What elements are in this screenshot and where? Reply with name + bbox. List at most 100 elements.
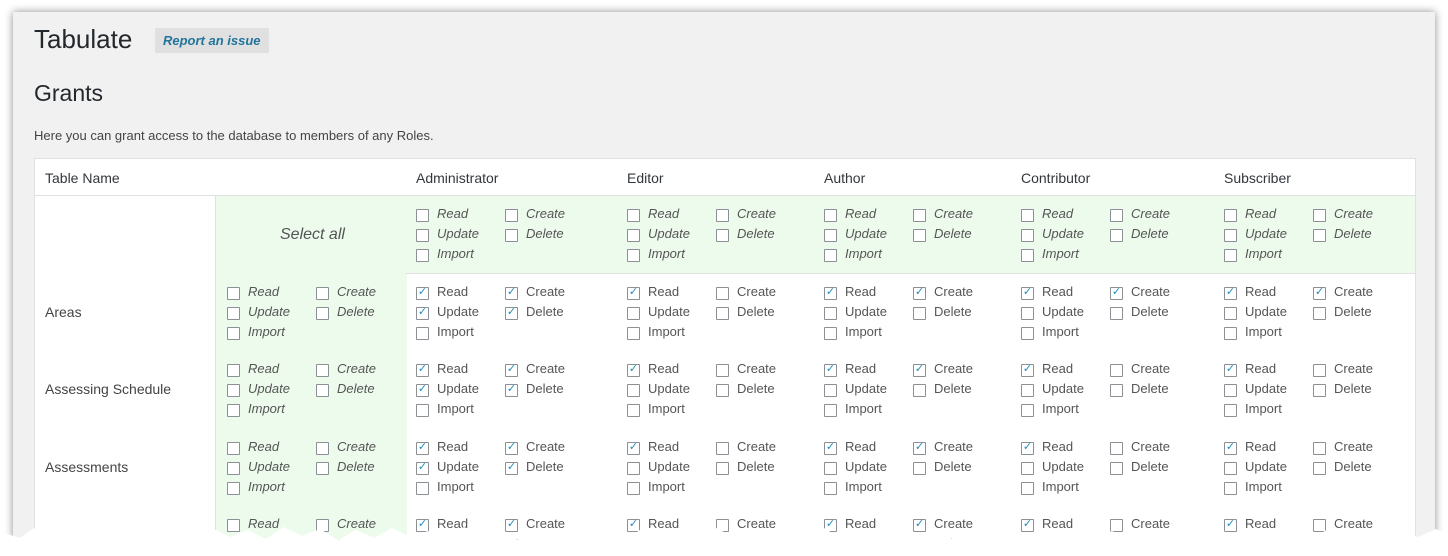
row-2-author-read-checkbox[interactable] [824,440,837,455]
row-0-select-all-update-checkbox[interactable] [227,307,240,320]
row-0-editor-read-checkbox[interactable] [627,285,640,300]
select-all-author-create-checkbox[interactable] [913,209,926,222]
row-1-subscriber-update-checkbox[interactable] [1224,384,1237,397]
row-0-administrator-delete-checkbox[interactable] [505,305,518,320]
row-1-subscriber-create-checkbox[interactable] [1313,364,1326,377]
row-0-select-all-delete-checkbox[interactable] [316,307,329,320]
row-1-select-all-create-checkbox[interactable] [316,364,329,377]
row-0-author-read-checkbox[interactable] [824,285,837,300]
row-2-contributor-import-checkbox[interactable] [1021,482,1034,495]
row-0-contributor-create-checkbox[interactable] [1110,285,1123,300]
row-1-administrator-import-checkbox[interactable] [416,404,429,417]
select-all-subscriber-create-checkbox[interactable] [1313,209,1326,222]
row-0-subscriber-import-checkbox[interactable] [1224,327,1237,340]
row-1-select-all-import-checkbox[interactable] [227,404,240,417]
row-2-subscriber-read-checkbox[interactable] [1224,440,1237,455]
select-all-contributor-import-checkbox[interactable] [1021,249,1034,262]
select-all-administrator-delete-checkbox[interactable] [505,229,518,242]
row-0-subscriber-delete-checkbox[interactable] [1313,307,1326,320]
row-1-author-read-checkbox[interactable] [824,362,837,377]
row-2-editor-delete-checkbox[interactable] [716,462,729,475]
select-all-administrator-read-checkbox[interactable] [416,209,429,222]
row-2-subscriber-delete-checkbox[interactable] [1313,462,1326,475]
row-2-administrator-read-checkbox[interactable] [416,440,429,455]
select-all-contributor-delete-checkbox[interactable] [1110,229,1123,242]
row-1-subscriber-read-checkbox[interactable] [1224,362,1237,377]
row-0-subscriber-create-checkbox[interactable] [1313,285,1326,300]
select-all-author-delete-checkbox[interactable] [913,229,926,242]
row-0-subscriber-read-checkbox[interactable] [1224,285,1237,300]
select-all-contributor-update-checkbox[interactable] [1021,229,1034,242]
row-1-author-update-checkbox[interactable] [824,384,837,397]
row-0-select-all-read-checkbox[interactable] [227,287,240,300]
row-0-administrator-read-checkbox[interactable] [416,285,429,300]
row-2-administrator-update-checkbox[interactable] [416,460,429,475]
row-2-administrator-create-checkbox[interactable] [505,440,518,455]
row-0-contributor-update-checkbox[interactable] [1021,307,1034,320]
row-1-administrator-update-checkbox[interactable] [416,382,429,397]
select-all-editor-read-checkbox[interactable] [627,209,640,222]
row-0-subscriber-update-checkbox[interactable] [1224,307,1237,320]
row-2-select-all-import-checkbox[interactable] [227,482,240,495]
row-2-author-delete-checkbox[interactable] [913,462,926,475]
row-2-contributor-update-checkbox[interactable] [1021,462,1034,475]
row-0-editor-import-checkbox[interactable] [627,327,640,340]
row-1-author-create-checkbox[interactable] [913,362,926,377]
row-0-editor-delete-checkbox[interactable] [716,307,729,320]
row-0-editor-update-checkbox[interactable] [627,307,640,320]
row-1-editor-create-checkbox[interactable] [716,364,729,377]
row-2-author-import-checkbox[interactable] [824,482,837,495]
row-0-author-import-checkbox[interactable] [824,327,837,340]
row-2-administrator-delete-checkbox[interactable] [505,460,518,475]
row-1-select-all-delete-checkbox[interactable] [316,384,329,397]
row-0-select-all-create-checkbox[interactable] [316,287,329,300]
row-1-select-all-update-checkbox[interactable] [227,384,240,397]
select-all-editor-update-checkbox[interactable] [627,229,640,242]
row-2-editor-read-checkbox[interactable] [627,440,640,455]
select-all-administrator-create-checkbox[interactable] [505,209,518,222]
row-2-select-all-read-checkbox[interactable] [227,442,240,455]
row-1-administrator-read-checkbox[interactable] [416,362,429,377]
row-1-author-import-checkbox[interactable] [824,404,837,417]
row-2-author-create-checkbox[interactable] [913,440,926,455]
select-all-editor-import-checkbox[interactable] [627,249,640,262]
row-1-subscriber-import-checkbox[interactable] [1224,404,1237,417]
row-1-editor-delete-checkbox[interactable] [716,384,729,397]
row-2-contributor-read-checkbox[interactable] [1021,440,1034,455]
select-all-author-update-checkbox[interactable] [824,229,837,242]
row-0-author-update-checkbox[interactable] [824,307,837,320]
row-1-editor-read-checkbox[interactable] [627,362,640,377]
report-issue-link[interactable]: Report an issue [155,28,269,53]
row-1-subscriber-delete-checkbox[interactable] [1313,384,1326,397]
select-all-contributor-read-checkbox[interactable] [1021,209,1034,222]
select-all-subscriber-import-checkbox[interactable] [1224,249,1237,262]
row-0-administrator-update-checkbox[interactable] [416,305,429,320]
row-2-editor-import-checkbox[interactable] [627,482,640,495]
row-2-select-all-create-checkbox[interactable] [316,442,329,455]
row-2-administrator-import-checkbox[interactable] [416,482,429,495]
select-all-contributor-create-checkbox[interactable] [1110,209,1123,222]
row-0-editor-create-checkbox[interactable] [716,287,729,300]
row-0-administrator-import-checkbox[interactable] [416,327,429,340]
row-0-author-delete-checkbox[interactable] [913,307,926,320]
row-2-subscriber-import-checkbox[interactable] [1224,482,1237,495]
row-1-contributor-update-checkbox[interactable] [1021,384,1034,397]
row-1-editor-update-checkbox[interactable] [627,384,640,397]
row-1-contributor-read-checkbox[interactable] [1021,362,1034,377]
row-2-contributor-create-checkbox[interactable] [1110,442,1123,455]
select-all-administrator-import-checkbox[interactable] [416,249,429,262]
row-0-contributor-read-checkbox[interactable] [1021,285,1034,300]
row-2-contributor-delete-checkbox[interactable] [1110,462,1123,475]
row-0-select-all-import-checkbox[interactable] [227,327,240,340]
row-2-author-update-checkbox[interactable] [824,462,837,475]
row-1-editor-import-checkbox[interactable] [627,404,640,417]
row-1-contributor-delete-checkbox[interactable] [1110,384,1123,397]
select-all-subscriber-delete-checkbox[interactable] [1313,229,1326,242]
row-0-administrator-create-checkbox[interactable] [505,285,518,300]
row-1-contributor-import-checkbox[interactable] [1021,404,1034,417]
row-1-contributor-create-checkbox[interactable] [1110,364,1123,377]
row-2-select-all-update-checkbox[interactable] [227,462,240,475]
row-0-author-create-checkbox[interactable] [913,285,926,300]
row-2-editor-create-checkbox[interactable] [716,442,729,455]
select-all-author-import-checkbox[interactable] [824,249,837,262]
